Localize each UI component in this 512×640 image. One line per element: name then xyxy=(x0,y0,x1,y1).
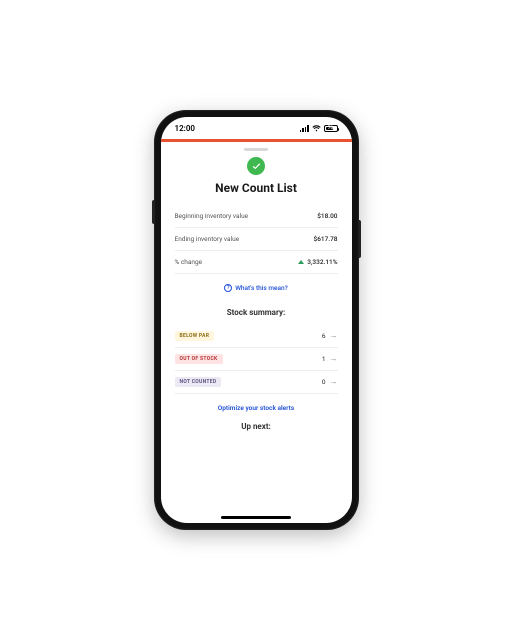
home-indicator[interactable] xyxy=(221,516,291,519)
battery-icon: 76 xyxy=(324,125,338,132)
tag-out-of-stock: OUT OF STOCK xyxy=(175,354,223,364)
arrow-right-icon: → xyxy=(330,378,338,386)
sheet-drag-handle[interactable] xyxy=(244,148,268,151)
tag-not-counted: NOT COUNTED xyxy=(175,377,222,387)
not-counted-count: 0 xyxy=(322,378,326,386)
pct-label: % change xyxy=(175,258,203,266)
success-check-icon xyxy=(247,157,265,175)
accent-bar xyxy=(161,139,352,142)
optimize-stock-alerts-link[interactable]: Optimize your stock alerts xyxy=(175,404,338,412)
content: New Count List Beginning inventory value… xyxy=(161,155,352,523)
end-value: $617.78 xyxy=(314,235,338,243)
stock-summary-heading: Stock summary: xyxy=(175,308,338,317)
begin-label: Beginning inventory value xyxy=(175,212,249,220)
up-next-heading: Up next: xyxy=(175,422,338,431)
cellular-signal-icon xyxy=(300,125,309,132)
stock-row-out-of-stock[interactable]: OUT OF STOCK 1 → xyxy=(175,348,338,371)
begin-value: $18.00 xyxy=(317,212,337,220)
screen: 12:00 76 New Count List xyxy=(161,117,352,523)
stock-row-not-counted[interactable]: NOT COUNTED 0 → xyxy=(175,371,338,394)
below-par-count: 6 xyxy=(322,332,326,340)
help-link-text: What's this mean? xyxy=(235,284,288,292)
help-circle-icon: ? xyxy=(224,284,232,292)
row-beginning-inventory: Beginning inventory value $18.00 xyxy=(175,205,338,228)
pct-value: 3,332.11% xyxy=(307,258,337,266)
stock-row-below-par[interactable]: BELOW PAR 6 → xyxy=(175,325,338,348)
phone-frame: 12:00 76 New Count List xyxy=(154,110,359,530)
page-title: New Count List xyxy=(175,181,338,195)
battery-percent: 76 xyxy=(325,126,337,131)
out-of-stock-count: 1 xyxy=(322,355,326,363)
trend-up-icon xyxy=(298,260,304,264)
row-percent-change: % change 3,332.11% xyxy=(175,251,338,274)
wifi-icon xyxy=(312,125,321,132)
arrow-right-icon: → xyxy=(330,355,338,363)
end-label: Ending inventory value xyxy=(175,235,240,243)
status-right: 76 xyxy=(300,125,338,132)
row-ending-inventory: Ending inventory value $617.78 xyxy=(175,228,338,251)
status-bar: 12:00 76 xyxy=(161,117,352,139)
arrow-right-icon: → xyxy=(330,332,338,340)
tag-below-par: BELOW PAR xyxy=(175,331,215,341)
status-time: 12:00 xyxy=(175,124,195,133)
whats-this-mean-link[interactable]: ? What's this mean? xyxy=(224,284,288,292)
